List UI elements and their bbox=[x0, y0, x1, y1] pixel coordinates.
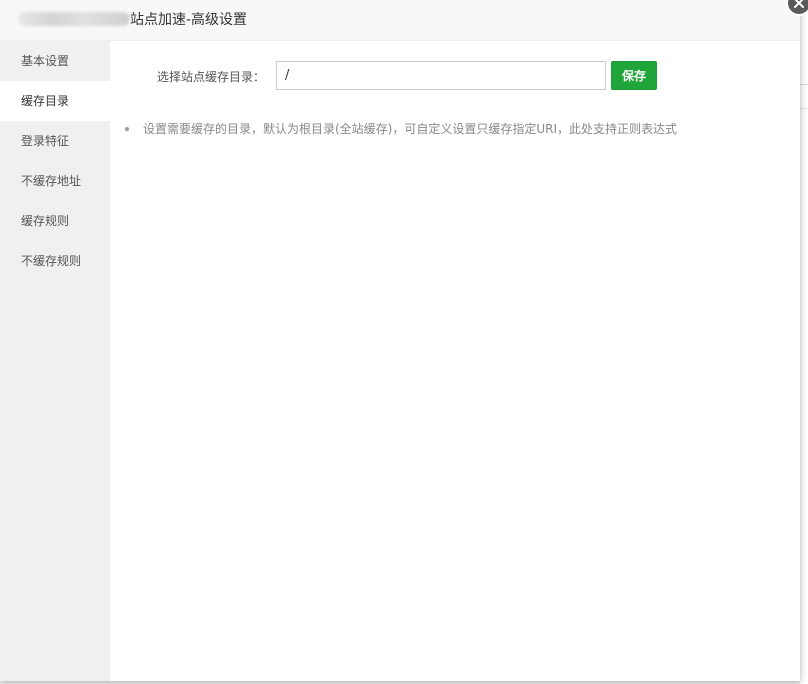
background-divider bbox=[800, 84, 808, 85]
sidebar-item-no-cache-rules[interactable]: 不缓存规则 bbox=[0, 241, 110, 281]
help-item: 设置需要缓存的目录，默认为根目录(全站缓存)，可自定义设置只缓存指定URI，此处… bbox=[125, 121, 677, 137]
save-button[interactable]: 保存 bbox=[611, 61, 657, 90]
sidebar-item-no-cache-urls[interactable]: 不缓存地址 bbox=[0, 161, 110, 201]
cache-directory-label: 选择站点缓存目录： bbox=[157, 70, 266, 84]
sidebar-item-cache-rules[interactable]: 缓存规则 bbox=[0, 201, 110, 241]
close-icon bbox=[794, 0, 804, 8]
sidebar-item-cache-directory[interactable]: 缓存目录 bbox=[0, 81, 110, 121]
sidebar-item-login-features[interactable]: 登录特征 bbox=[0, 121, 110, 161]
sidebar-item-basic-settings[interactable]: 基本设置 bbox=[0, 41, 110, 81]
dialog-title: 站点加速-高级设置 bbox=[130, 12, 248, 28]
help-list: 设置需要缓存的目录，默认为根目录(全站缓存)，可自定义设置只缓存指定URI，此处… bbox=[125, 121, 677, 137]
help-text: 设置需要缓存的目录，默认为根目录(全站缓存)，可自定义设置只缓存指定URI，此处… bbox=[143, 122, 678, 136]
cache-directory-input[interactable] bbox=[276, 61, 606, 90]
background-divider bbox=[800, 108, 808, 109]
advanced-settings-dialog: 站点加速-高级设置 基本设置 缓存目录 登录特征 不缓存地址 缓存规则 不缓存规… bbox=[0, 0, 800, 681]
settings-sidebar: 基本设置 缓存目录 登录特征 不缓存地址 缓存规则 不缓存规则 bbox=[0, 41, 110, 681]
bullet-icon bbox=[125, 127, 129, 131]
dialog-titlebar: 站点加速-高级设置 bbox=[0, 0, 800, 41]
blurred-site-name bbox=[18, 12, 130, 26]
cache-directory-panel: 选择站点缓存目录： 保存 设置需要缓存的目录，默认为根目录(全站缓存)，可自定义… bbox=[110, 41, 800, 681]
background-page bbox=[800, 0, 808, 684]
